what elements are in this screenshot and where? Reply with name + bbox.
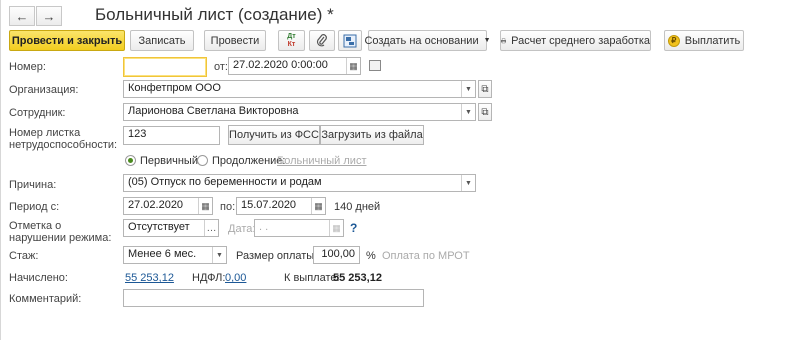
chevron-down-icon[interactable]: ▼ <box>461 104 475 120</box>
continuation-radio[interactable] <box>197 155 208 166</box>
chevron-down-icon[interactable]: ▼ <box>461 175 475 191</box>
continuation-radio-label: Продолжение: <box>212 155 286 167</box>
left-border <box>0 0 1 340</box>
pay-size-input[interactable]: 100,00 <box>313 246 360 264</box>
reason-value: (05) Отпуск по беременности и родам <box>128 176 322 188</box>
printer-icon <box>501 38 507 43</box>
calendar-icon[interactable]: ▦ <box>346 58 360 74</box>
coin-icon: ₽ <box>667 34 680 47</box>
seniority-value: Менее 6 мес. <box>128 248 197 260</box>
document-structure-icon <box>343 34 357 47</box>
chevron-down-icon: ▼ <box>483 37 491 44</box>
organization-value: Конфетпром ООО <box>128 82 221 94</box>
calendar-icon[interactable]: ▦ <box>198 198 212 214</box>
paperclip-icon <box>316 33 327 46</box>
seniority-label: Стаж: <box>9 250 39 262</box>
page-title: Больничный лист (создание) * <box>95 5 334 24</box>
create-based-on-button[interactable]: Создать на основании ▼ <box>364 30 491 51</box>
employee-input[interactable]: Ларионова Светлана Викторовна ▼ <box>123 103 476 121</box>
seniority-select[interactable]: Менее 6 мес. ▼ <box>123 246 227 264</box>
violation-date-label: Дата: <box>228 223 256 235</box>
employee-value: Ларионова Светлана Викторовна <box>128 105 299 117</box>
violation-value: Отсутствует <box>128 221 190 233</box>
create-based-on-label: Создать на основании <box>364 34 479 47</box>
period-from-input[interactable]: 27.02.2020 ▦ <box>123 197 213 215</box>
arrow-left-icon: ← <box>15 8 29 24</box>
number-label: Номер: <box>9 61 46 73</box>
calendar-icon[interactable]: ▦ <box>311 198 325 214</box>
employee-label: Сотрудник: <box>9 107 66 119</box>
arrow-right-icon: → <box>42 8 56 24</box>
document-date-input[interactable]: 27.02.2020 0:00:00 ▦ <box>228 57 361 75</box>
document-date-value: 27.02.2020 0:00:00 <box>233 59 328 71</box>
open-form-icon: ⧉ <box>481 106 489 118</box>
calendar-icon[interactable]: ▦ <box>329 220 343 236</box>
period-to-input[interactable]: 15.07.2020 ▦ <box>236 197 326 215</box>
violation-label: Отметка о нарушении режима: <box>9 220 112 244</box>
pay-button[interactable]: ₽ Выплатить <box>664 30 744 51</box>
ndfl-link[interactable]: 0,00 <box>225 272 246 284</box>
kt-icon: Кт <box>287 40 296 48</box>
chevron-down-icon[interactable]: ▼ <box>461 81 475 97</box>
open-organization-button[interactable]: ⧉ <box>478 80 492 98</box>
save-button[interactable]: Записать <box>130 30 194 51</box>
back-button[interactable]: ← <box>9 6 35 26</box>
help-icon[interactable]: ? <box>350 221 357 235</box>
percent-sign: % <box>366 250 376 262</box>
violation-input[interactable]: Отсутствует … <box>123 219 219 237</box>
from-label: от: <box>214 61 228 73</box>
dt-icon: Дт <box>287 32 296 40</box>
pay-size-label: Размер оплаты: <box>236 250 318 262</box>
comment-label: Комментарий: <box>9 293 82 305</box>
pay-label: Выплатить <box>684 34 741 47</box>
comment-note-icon[interactable] <box>369 60 381 71</box>
period-from-label: Период с: <box>9 201 60 213</box>
sheet-number-label: Номер листка нетрудоспособности: <box>9 127 118 151</box>
number-input[interactable] <box>123 57 207 77</box>
sheet-number-input[interactable]: 123 <box>123 126 220 145</box>
average-earnings-button[interactable]: Расчет среднего заработка <box>500 30 651 51</box>
open-employee-button[interactable]: ⧉ <box>478 103 492 121</box>
violation-date-input[interactable]: . . ▦ <box>254 219 344 237</box>
to-pay-label: К выплате: <box>284 272 340 284</box>
average-earnings-label: Расчет среднего заработка <box>511 34 650 47</box>
ndfl-label: НДФЛ: <box>192 272 226 284</box>
get-from-fss-button[interactable]: Получить из ФСС <box>228 125 320 145</box>
comment-input[interactable] <box>123 289 424 307</box>
accrued-label: Начислено: <box>9 272 68 284</box>
mrot-payment-label: Оплата по МРОТ <box>382 250 470 262</box>
load-from-file-button[interactable]: Загрузить из файла <box>320 125 424 145</box>
attach-files-button[interactable] <box>309 30 335 51</box>
open-form-icon: ⧉ <box>481 83 489 95</box>
organization-input[interactable]: Конфетпром ООО ▼ <box>123 80 476 98</box>
reason-select[interactable]: (05) Отпуск по беременности и родам ▼ <box>123 174 476 192</box>
post-and-close-button[interactable]: Провести и закрыть <box>9 30 125 51</box>
organization-label: Организация: <box>9 84 79 96</box>
period-to-value: 15.07.2020 <box>241 199 297 211</box>
forward-button[interactable]: → <box>36 6 62 26</box>
chevron-down-icon[interactable]: ▼ <box>212 247 226 263</box>
period-days: 140 дней <box>334 201 381 213</box>
reason-label: Причина: <box>9 179 57 191</box>
primary-radio-label: Первичный <box>140 155 198 167</box>
dt-kt-report-button[interactable]: Дт Кт <box>278 30 305 51</box>
post-button[interactable]: Провести <box>204 30 266 51</box>
primary-radio[interactable] <box>125 155 136 166</box>
structure-button[interactable] <box>338 30 362 51</box>
continuation-link[interactable]: Больничный лист <box>277 155 366 167</box>
to-pay-value: 55 253,12 <box>333 272 382 284</box>
accrued-link[interactable]: 55 253,12 <box>125 272 174 284</box>
period-from-value: 27.02.2020 <box>128 199 184 211</box>
more-icon[interactable]: … <box>204 220 218 236</box>
violation-date-value: . . <box>259 221 269 233</box>
period-to-label: по: <box>220 201 236 213</box>
